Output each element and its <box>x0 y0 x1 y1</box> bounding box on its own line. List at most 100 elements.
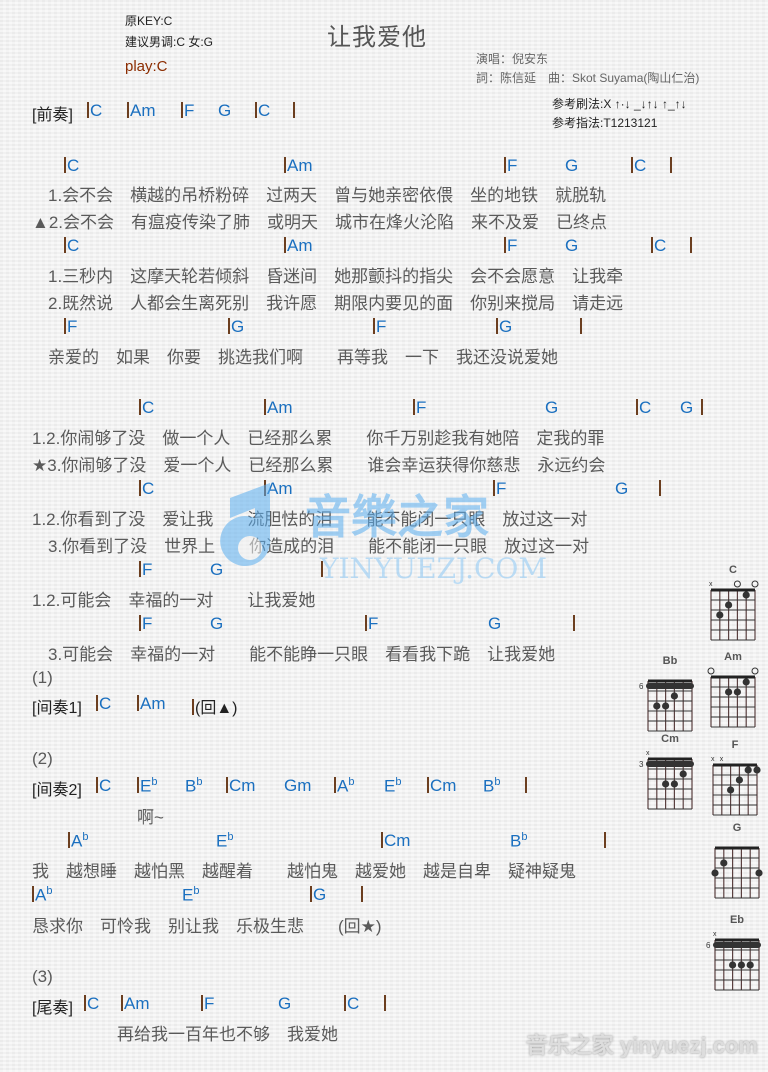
fret-number: 6 <box>639 682 644 691</box>
finger-dot <box>720 859 728 867</box>
barre <box>646 761 694 767</box>
lyric-line: 1.2.可能会 幸福的一对 让我爱她 <box>32 591 316 610</box>
flat-sign: b <box>227 831 234 843</box>
fret-number: 3 <box>639 760 644 769</box>
bar-line <box>496 318 498 334</box>
chord: G <box>228 317 244 337</box>
chord <box>690 236 693 256</box>
chord-name: C <box>142 479 155 498</box>
bar-line <box>192 699 194 715</box>
chord-name: F <box>416 398 427 417</box>
bar-line <box>384 995 386 1011</box>
chord: C <box>84 994 99 1014</box>
bar-line <box>636 399 638 415</box>
chord-name: G <box>615 479 629 498</box>
bar-line <box>228 318 230 334</box>
chord: F <box>504 236 517 256</box>
chord-diagram-name: G <box>732 822 742 834</box>
chord-name: G <box>313 885 327 904</box>
chord-name: C <box>634 156 647 175</box>
bar-line <box>525 777 527 793</box>
open-string <box>707 667 715 675</box>
lyric-line: 3.可能会 幸福的一对 能不能睁一只眼 看看我下跪 让我爱她 <box>48 645 556 664</box>
chord: F <box>373 317 386 337</box>
finger-dot <box>662 780 670 788</box>
open-string <box>751 667 759 675</box>
chord-name: Am <box>267 398 293 417</box>
chord-name: Gm <box>284 776 312 795</box>
chord <box>701 398 704 418</box>
lyric-line: ▲2.会不会 有瘟疫传染了肺 或明天 城市在烽火沦陷 来不及爱 已终点 <box>32 213 608 232</box>
chord: Bb <box>185 776 202 796</box>
chord-name: C <box>90 101 103 120</box>
chord: G <box>210 560 223 580</box>
chord-name: F <box>507 236 518 255</box>
finger-dot <box>729 961 737 969</box>
chord: Am <box>264 479 293 499</box>
finger-dot <box>733 688 741 696</box>
chord-name: C <box>639 398 652 417</box>
flat-sign: b <box>494 776 501 788</box>
bar-line <box>321 561 323 577</box>
chord-diagram-name: Bb <box>662 655 678 667</box>
chord: Gm <box>284 776 311 796</box>
bar-line <box>84 995 86 1011</box>
bar-line <box>504 157 506 173</box>
flat-sign: b <box>46 885 53 897</box>
chord: Eb <box>384 776 401 796</box>
bar-line <box>573 615 575 631</box>
finger-dot <box>744 766 752 774</box>
chord <box>580 317 583 337</box>
bar-line <box>361 886 363 902</box>
chord-name: E <box>216 831 228 851</box>
bar-line <box>137 695 139 711</box>
chord: C <box>344 994 359 1014</box>
chord-name: C <box>654 236 667 255</box>
chord: Cm <box>427 776 456 796</box>
lyric-line: 再给我一百年也不够 我爱她 <box>117 1025 338 1044</box>
bar-line <box>344 995 346 1011</box>
chord: Am <box>137 694 166 714</box>
chord-name: F <box>376 317 387 336</box>
bar-line <box>493 480 495 496</box>
finger-dot <box>670 692 678 700</box>
muted-string: x <box>713 931 717 938</box>
lyric-line: 啊~ <box>137 808 164 827</box>
bar-line <box>284 157 286 173</box>
bar-line <box>310 886 312 902</box>
chord-diagram-name: F <box>731 739 739 751</box>
bar-line <box>659 480 661 496</box>
finger-dot <box>670 780 678 788</box>
chord: G <box>496 317 512 337</box>
chord: C <box>96 694 111 714</box>
finger-dot <box>746 961 754 969</box>
chord: G <box>310 885 326 905</box>
finger-dot <box>725 601 733 609</box>
finger-dot <box>653 702 661 710</box>
finger-dot <box>735 776 743 784</box>
chord-diagram-name: C <box>729 564 737 576</box>
bar-line <box>139 399 141 415</box>
chord-name: G <box>231 317 245 336</box>
muted-string: x <box>720 756 724 763</box>
lyric-line: ★3.你闹够了没 爱一个人 已经那么累 谁会幸运获得你慈悲 永远约会 <box>32 456 606 475</box>
chord-name: C <box>99 776 112 795</box>
lyric-line: 我 越想睡 越怕黑 越醒着 越怕鬼 越爱她 越是自卑 疑神疑鬼 <box>32 862 576 881</box>
bar-line <box>690 237 692 253</box>
chord: Eb <box>137 776 157 796</box>
chord-name: B <box>510 831 522 851</box>
chord: C <box>636 398 651 418</box>
chord: Eb <box>216 831 233 851</box>
chord: G <box>615 479 628 499</box>
chord <box>361 885 364 905</box>
chord-name: E <box>140 776 152 796</box>
bar-line <box>32 886 34 903</box>
credits: 詞：陈信延 曲：Skot Suyama(陶山仁治) <box>476 71 700 85</box>
chord: Am <box>127 101 156 121</box>
chord-name: Am <box>130 101 156 120</box>
singer: 演唱：倪安东 <box>476 52 549 66</box>
chord-name: C <box>258 101 271 120</box>
bar-line <box>381 832 383 848</box>
chord: G <box>218 101 231 121</box>
chord-name: Am <box>124 994 150 1013</box>
